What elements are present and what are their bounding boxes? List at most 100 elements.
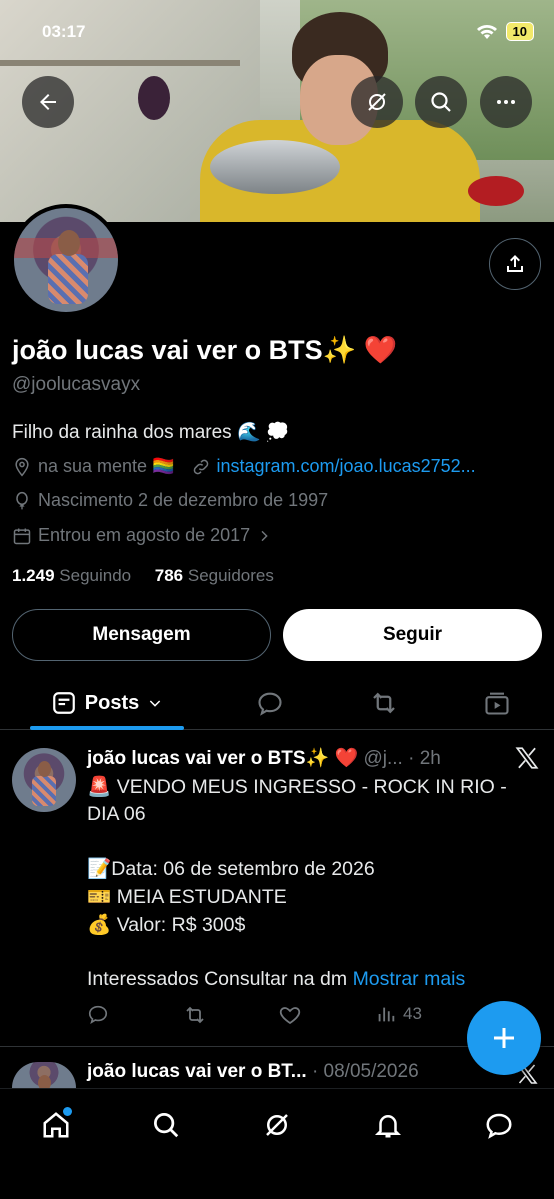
nav-home[interactable] <box>38 1107 74 1143</box>
tweet-author-name[interactable]: joão lucas vai ver o BTS✨ ❤️ <box>87 748 358 769</box>
link-icon <box>193 459 208 474</box>
tweet-line: 🎫 MEIA ESTUDANTE <box>87 886 287 908</box>
avatar-shirt <box>48 254 88 304</box>
profile-bio: Filho da rainha dos mares 🌊 💭 <box>12 422 290 443</box>
arrow-left-icon <box>40 94 56 110</box>
like-button[interactable] <box>278 1003 302 1027</box>
chat-icon <box>486 1113 512 1139</box>
analytics-icon <box>378 1007 395 1022</box>
profile-counts: 1.249 Seguindo 786 Seguidores <box>12 566 274 586</box>
heart-icon <box>279 1007 301 1025</box>
wifi-icon <box>476 24 497 39</box>
profile-location: na sua mente 🏳️‍🌈 <box>38 456 175 476</box>
profile-tabs: Posts <box>0 676 554 730</box>
active-tab-indicator <box>30 726 184 730</box>
banner-shelf <box>0 60 240 66</box>
tweet-avatar[interactable] <box>12 748 76 812</box>
following-link[interactable]: 1.249 Seguindo <box>12 566 131 585</box>
status-icons: 10 <box>476 22 534 41</box>
tweet-line: 🚨 VENDO MEUS INGRESSO - ROCK IN RIO - <box>87 776 507 798</box>
search-icon <box>154 1113 179 1138</box>
profile-meta-row: na sua mente 🏳️‍🌈 instagram.com/joao.luc… <box>12 456 476 477</box>
profile-link[interactable]: instagram.com/joao.lucas2752... <box>217 456 476 477</box>
following-count: 1.249 <box>12 566 55 585</box>
share-icon <box>507 255 523 272</box>
plus-icon <box>494 1028 514 1048</box>
x-logo-icon <box>515 747 539 769</box>
banner-flowers <box>468 176 524 206</box>
tweet-actions: 43 <box>87 1003 487 1031</box>
repost-icon <box>186 1006 204 1024</box>
followers-count: 786 <box>154 566 184 585</box>
balloon-icon <box>16 491 28 509</box>
tweet-line: 💰 Valor: R$ 300$ <box>87 914 246 936</box>
profile-birth: Nascimento 2 de dezembro de 1997 <box>38 490 329 510</box>
notification-dot <box>63 1107 72 1116</box>
tweet-meta: · 08/05/2026 <box>311 1061 419 1082</box>
following-label: Seguindo <box>59 566 132 585</box>
bottom-navigation <box>0 1088 554 1199</box>
views-button[interactable]: 43 <box>375 1003 422 1025</box>
reply-button[interactable] <box>87 1003 109 1025</box>
compose-button[interactable] <box>467 1001 541 1075</box>
profile-joined-row[interactable]: Entrou em agosto de 2017 <box>12 525 272 546</box>
profile-name: joão lucas vai ver o BTS✨ ❤️ <box>12 335 398 365</box>
tweet-avatar-shirt <box>32 776 56 806</box>
followers-label: Seguidores <box>187 566 274 585</box>
tab-media[interactable] <box>472 676 522 730</box>
message-button[interactable]: Mensagem <box>12 609 271 661</box>
chevron-right-icon <box>261 530 268 541</box>
profile-birth-row: Nascimento 2 de dezembro de 1997 <box>12 490 328 511</box>
nav-notifications[interactable] <box>370 1107 406 1143</box>
search-icon <box>431 92 451 112</box>
chevron-down-icon <box>150 700 161 707</box>
nav-messages[interactable] <box>481 1107 517 1143</box>
avatar-head <box>58 230 80 256</box>
search-button[interactable] <box>415 76 467 128</box>
media-icon <box>485 692 509 715</box>
tweet-header: joão lucas vai ver o BT... · 08/05/2026 <box>87 1061 419 1083</box>
tab-replies[interactable] <box>245 676 295 730</box>
tweet-header: joão lucas vai ver o BTS✨ ❤️ @j... · 2h <box>87 746 441 770</box>
followers-link[interactable]: 786 Seguidores <box>155 566 274 585</box>
tweet-author-name[interactable]: joão lucas vai ver o BT... <box>87 1061 307 1082</box>
reply-icon <box>88 1005 108 1025</box>
tweet-avatar-head <box>38 1075 51 1088</box>
more-horizontal-icon <box>497 100 515 104</box>
tweet-avatar[interactable] <box>12 1062 76 1088</box>
grok-icon <box>368 93 386 111</box>
banner-pan <box>210 140 340 194</box>
bell-icon <box>374 1115 402 1138</box>
status-time: 03:17 <box>42 22 86 41</box>
tab-reposts[interactable] <box>359 676 409 730</box>
banner-grapes <box>138 76 170 120</box>
back-button[interactable] <box>22 76 74 128</box>
repost-button[interactable] <box>183 1003 207 1027</box>
share-button[interactable] <box>489 238 541 290</box>
posts-icon <box>52 692 75 714</box>
profile-joined: Entrou em agosto de 2017 <box>38 525 251 545</box>
tab-posts-label: Posts <box>84 691 140 714</box>
nav-grok[interactable] <box>259 1107 295 1143</box>
show-more-link[interactable]: Mostrar mais <box>353 968 466 990</box>
views-count: 43 <box>403 1004 422 1023</box>
more-options-button[interactable] <box>480 76 532 128</box>
battery-indicator: 10 <box>505 22 534 41</box>
profile-avatar[interactable] <box>10 204 122 316</box>
tweet-line-last: Interessados Consultar na dm Mostrar mai… <box>87 968 465 991</box>
grok-icon <box>266 1114 288 1136</box>
grok-button[interactable] <box>351 76 403 128</box>
calendar-icon <box>13 528 31 544</box>
tweet-line: Interessados Consultar na dm <box>87 968 348 990</box>
tweet-line: DIA 06 <box>87 803 146 825</box>
follow-button[interactable]: Seguir <box>283 609 542 661</box>
nav-search[interactable] <box>148 1107 184 1143</box>
tab-posts[interactable]: Posts <box>30 676 184 730</box>
tweet-meta: @j... · 2h <box>363 748 441 769</box>
location-pin-icon <box>15 457 29 476</box>
profile-handle: @joolucasvayx <box>12 374 141 395</box>
tweet-line: 📝Data: 06 de setembro de 2026 <box>87 858 375 880</box>
reply-icon <box>258 692 282 716</box>
repost-icon <box>373 692 395 714</box>
tweet-avatar-head <box>38 761 51 777</box>
